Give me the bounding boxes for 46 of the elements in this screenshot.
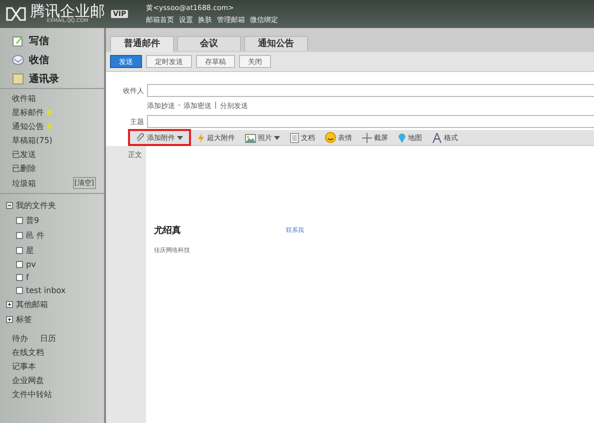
pencil-icon xyxy=(12,35,24,47)
folder-item[interactable]: 草稿箱(75) xyxy=(12,135,52,146)
expand-toggle[interactable] xyxy=(6,316,13,323)
document-icon xyxy=(290,132,299,142)
tool-link[interactable]: 待办 xyxy=(12,333,28,344)
map-pin-icon xyxy=(398,132,406,143)
crosshair-icon xyxy=(362,132,372,142)
subfolder-item[interactable]: pv xyxy=(26,260,36,269)
signature-name: 尤绍真 xyxy=(154,224,181,237)
subfolder-item[interactable]: test inbox xyxy=(26,286,66,295)
logo-icon xyxy=(6,7,26,21)
sidebar-action[interactable]: 写信 xyxy=(29,34,49,48)
folder-item[interactable]: 收件箱 xyxy=(12,93,36,104)
tab[interactable]: 普通邮件 xyxy=(110,36,174,52)
paperclip-icon xyxy=(136,132,145,142)
subfolder-item[interactable]: 普9 xyxy=(26,215,40,226)
tab[interactable]: 通知公告 xyxy=(244,36,308,51)
smiley-icon xyxy=(325,132,336,143)
tree-folder[interactable]: 我的文件夹 xyxy=(16,200,56,211)
tool-link[interactable]: 企业网盘 xyxy=(12,375,44,386)
folder-item[interactable]: 星标邮件 xyxy=(12,107,44,118)
recipient-field[interactable] xyxy=(147,84,594,97)
photo-icon xyxy=(245,132,256,142)
tool-link[interactable]: 在线文档 xyxy=(12,347,44,358)
tree-folder[interactable]: 标签 xyxy=(16,314,32,325)
folder-item[interactable]: 已发送 xyxy=(12,149,36,160)
letter-a-icon xyxy=(432,132,442,142)
folder-item[interactable]: 已删除 xyxy=(12,163,36,174)
expand-toggle[interactable] xyxy=(6,202,13,209)
logo-text: 腾讯企业邮 xyxy=(30,4,105,19)
envelope-icon xyxy=(12,54,24,66)
folder-item[interactable]: 垃圾箱 xyxy=(12,178,36,188)
tree-folder[interactable]: 其他邮箱 xyxy=(16,299,48,310)
subfolder-item[interactable]: 星 xyxy=(26,245,34,256)
tool-link[interactable]: 日历 xyxy=(40,333,56,344)
expand-toggle[interactable] xyxy=(6,301,13,308)
tab[interactable]: 会议 xyxy=(177,36,241,51)
sidebar-action[interactable]: 收信 xyxy=(29,53,49,67)
subfolder-item[interactable]: 邑 件 xyxy=(26,230,45,241)
subfolder-item[interactable]: f xyxy=(26,273,29,282)
bolt-icon xyxy=(197,132,205,142)
tool-link[interactable]: 文件中转站 xyxy=(12,389,52,400)
tool-link[interactable]: 记事本 xyxy=(12,361,36,372)
folder-item[interactable]: 通知公告 xyxy=(12,121,44,132)
sidebar-action[interactable]: 通讯录 xyxy=(29,72,59,86)
subject-field[interactable] xyxy=(147,115,594,128)
